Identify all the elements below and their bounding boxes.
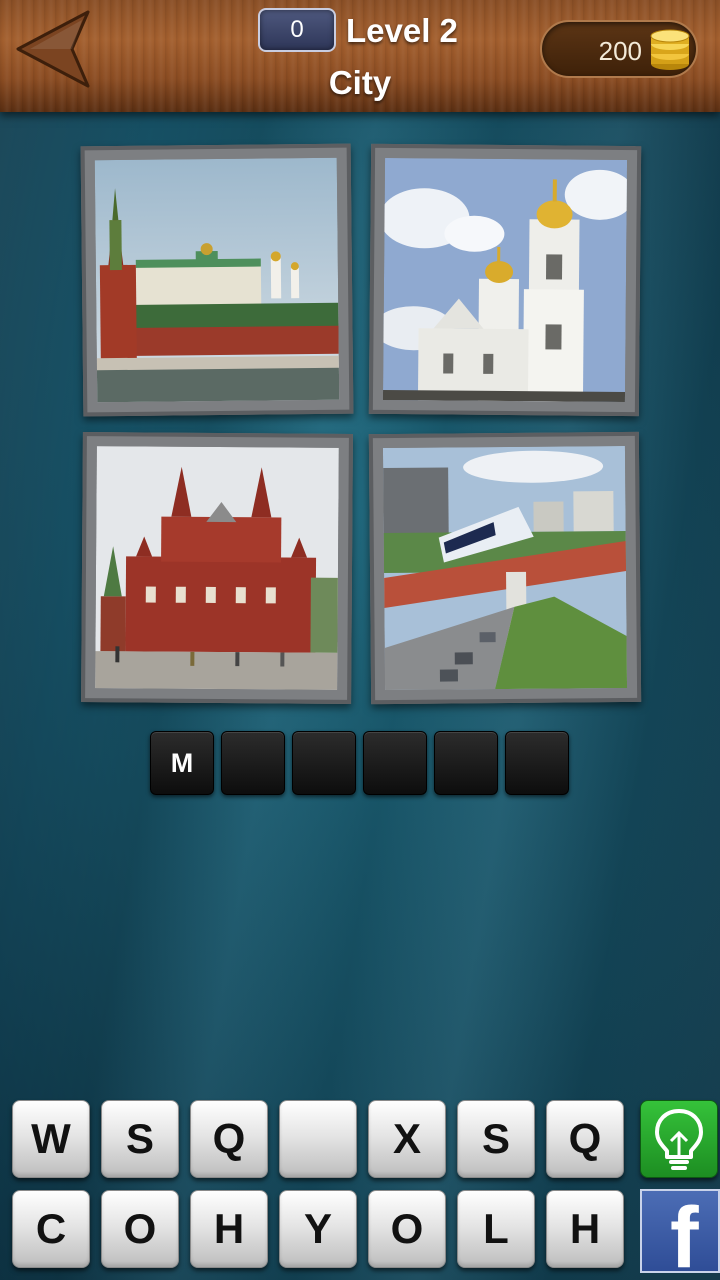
answer-slot-1[interactable]: M bbox=[150, 731, 214, 795]
kremlin-river-image bbox=[94, 157, 340, 403]
answer-slots: M bbox=[150, 731, 569, 795]
hint-button[interactable] bbox=[640, 1100, 718, 1178]
facebook-share-button[interactable]: f bbox=[640, 1189, 720, 1273]
letter-key-1[interactable]: W bbox=[12, 1100, 90, 1178]
letter-key-3[interactable]: Q bbox=[190, 1100, 268, 1178]
letter-key-10[interactable]: H bbox=[190, 1190, 268, 1268]
coin-stack-icon bbox=[650, 29, 690, 70]
coin-count: 200 bbox=[598, 36, 642, 66]
letter-key-6[interactable]: S bbox=[457, 1100, 535, 1178]
monorail-image bbox=[382, 445, 628, 691]
letter-key-8[interactable]: C bbox=[12, 1190, 90, 1268]
clue-photo-1[interactable] bbox=[80, 143, 354, 417]
top-bar: 0 Level 2 City 200 bbox=[0, 0, 720, 112]
clue-photo-2[interactable] bbox=[368, 143, 642, 417]
clue-photo-3[interactable] bbox=[81, 432, 353, 704]
letter-key-2[interactable]: S bbox=[101, 1100, 179, 1178]
answer-slot-6[interactable] bbox=[505, 731, 569, 795]
answer-slot-3[interactable] bbox=[292, 731, 356, 795]
letter-key-13[interactable]: L bbox=[457, 1190, 535, 1268]
letter-key-4[interactable] bbox=[279, 1100, 357, 1178]
coin-counter[interactable]: 200 bbox=[540, 20, 698, 78]
letter-key-9[interactable]: O bbox=[101, 1190, 179, 1268]
letter-key-5[interactable]: X bbox=[368, 1100, 446, 1178]
answer-slot-5[interactable] bbox=[434, 731, 498, 795]
score-counter: 0 bbox=[258, 8, 336, 52]
level-title: Level 2 bbox=[346, 12, 458, 49]
letter-key-11[interactable]: Y bbox=[279, 1190, 357, 1268]
letter-key-14[interactable]: H bbox=[546, 1190, 624, 1268]
letter-key-7[interactable]: Q bbox=[546, 1100, 624, 1178]
lightbulb-icon bbox=[655, 1109, 703, 1170]
facebook-icon: f bbox=[670, 1190, 699, 1273]
letter-key-12[interactable]: O bbox=[368, 1190, 446, 1268]
answer-slot-2[interactable] bbox=[221, 731, 285, 795]
red-building-image bbox=[95, 446, 339, 690]
clue-photo-4[interactable] bbox=[368, 431, 642, 705]
answer-slot-4[interactable] bbox=[363, 731, 427, 795]
bell-tower-image bbox=[382, 157, 628, 403]
